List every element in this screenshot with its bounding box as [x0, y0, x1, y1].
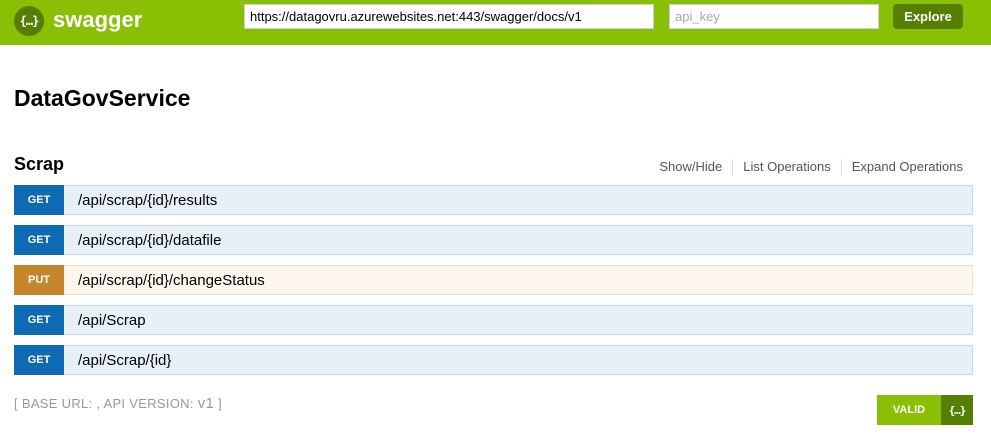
close-bracket: ] [218, 396, 222, 411]
operation-path[interactable]: /api/scrap/{id}/changeStatus [78, 272, 265, 289]
http-method-badge[interactable]: GET [14, 225, 64, 255]
explore-button[interactable]: Explore [893, 4, 963, 29]
http-method-badge[interactable]: PUT [14, 265, 64, 295]
section-title-scrap[interactable]: Scrap [14, 154, 64, 175]
http-method-badge[interactable]: GET [14, 345, 64, 375]
operation-row[interactable]: PUT /api/scrap/{id}/changeStatus [14, 265, 973, 295]
operation-row[interactable]: GET /api/Scrap [14, 305, 973, 335]
operations-list: GET /api/scrap/{id}/results GET /api/scr… [14, 185, 973, 385]
section-actions: Show/Hide List Operations Expand Operati… [649, 159, 963, 176]
http-method-badge[interactable]: GET [14, 305, 64, 335]
http-method-badge[interactable]: GET [14, 185, 64, 215]
validator-badge[interactable]: VALID {…} [877, 395, 973, 425]
top-bar: {…} swagger Explore [0, 0, 991, 45]
swagger-logo-icon[interactable]: {…} [14, 6, 44, 36]
api-key-input[interactable] [669, 4, 879, 29]
operation-path[interactable]: /api/Scrap [78, 312, 146, 329]
brand-name[interactable]: swagger [53, 7, 142, 33]
base-url-info: [ BASE URL: , API VERSION: v1 ] [14, 395, 222, 412]
operation-path[interactable]: /api/scrap/{id}/results [78, 192, 217, 209]
spec-url-input[interactable] [244, 4, 654, 29]
operation-path[interactable]: /api/Scrap/{id} [78, 352, 171, 369]
operation-path[interactable]: /api/scrap/{id}/datafile [78, 232, 221, 249]
swagger-braces-icon[interactable]: {…} [941, 395, 973, 425]
operation-row[interactable]: GET /api/scrap/{id}/results [14, 185, 973, 215]
operation-row[interactable]: GET /api/scrap/{id}/datafile [14, 225, 973, 255]
open-bracket: [ [14, 396, 18, 411]
api-version: v1 [197, 395, 215, 412]
valid-label[interactable]: VALID [877, 395, 941, 425]
expand-operations-link[interactable]: Expand Operations [842, 159, 963, 176]
show-hide-link[interactable]: Show/Hide [649, 159, 732, 176]
page-title: DataGovService [14, 85, 191, 111]
base-url-label: BASE URL: , API VERSION: [21, 396, 194, 411]
list-operations-link[interactable]: List Operations [733, 159, 840, 176]
operation-row[interactable]: GET /api/Scrap/{id} [14, 345, 973, 375]
